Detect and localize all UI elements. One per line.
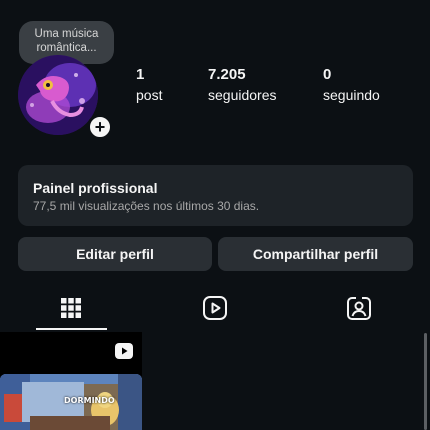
grid-icon bbox=[61, 298, 81, 318]
reels-icon bbox=[115, 343, 133, 359]
tagged-person-icon bbox=[347, 296, 371, 320]
share-profile-label: Compartilhar perfil bbox=[252, 246, 379, 262]
stat-following[interactable]: 0 seguindo bbox=[323, 66, 380, 103]
posts-count: 1 bbox=[136, 66, 145, 83]
avatar-image bbox=[18, 55, 98, 135]
followers-count: 7.205 bbox=[208, 66, 246, 83]
tab-posts-grid[interactable] bbox=[53, 292, 89, 324]
tab-tagged[interactable] bbox=[341, 292, 377, 324]
tab-reels[interactable] bbox=[197, 292, 233, 324]
edit-profile-label: Editar perfil bbox=[76, 246, 154, 262]
dashboard-subtitle: 77,5 mil visualizações nos últimos 30 di… bbox=[33, 199, 260, 213]
following-label: seguindo bbox=[323, 87, 380, 103]
stat-followers[interactable]: 7.205 seguidores bbox=[208, 66, 277, 103]
professional-dashboard[interactable]: Painel profissional 77,5 mil visualizaçõ… bbox=[18, 165, 413, 226]
following-count: 0 bbox=[323, 66, 332, 83]
share-profile-button[interactable]: Compartilhar perfil bbox=[218, 237, 413, 271]
scrollbar[interactable] bbox=[424, 333, 427, 430]
post-thumbnail: DORMINDO bbox=[0, 374, 142, 430]
dashboard-title: Painel profissional bbox=[33, 180, 158, 196]
chameleon-illustration bbox=[18, 55, 98, 135]
post-overlay-text: DORMINDO bbox=[64, 396, 115, 405]
followers-label: seguidores bbox=[208, 87, 277, 103]
posts-label: post bbox=[136, 87, 163, 103]
edit-profile-button[interactable]: Editar perfil bbox=[18, 237, 212, 271]
reels-icon bbox=[203, 296, 227, 320]
plus-icon: + bbox=[94, 117, 106, 137]
add-story-button[interactable]: + bbox=[87, 114, 113, 140]
note-text-line2: romântica... bbox=[36, 42, 97, 54]
note-text-line1: Uma música bbox=[34, 28, 99, 40]
active-tab-indicator bbox=[36, 328, 107, 330]
post-reel-badge bbox=[114, 342, 134, 360]
stat-posts[interactable]: 1 post bbox=[136, 66, 162, 103]
